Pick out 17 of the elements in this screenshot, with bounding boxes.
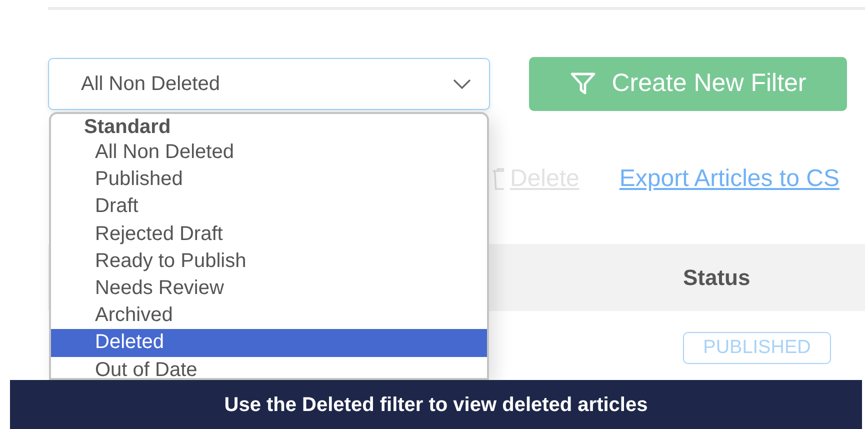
dropdown-option[interactable]: Published	[51, 166, 487, 194]
filter-icon	[570, 71, 596, 97]
dropdown-option[interactable]: Archived	[51, 302, 487, 330]
dropdown-option[interactable]: Deleted	[51, 329, 487, 356]
dropdown-option[interactable]: Rejected Draft	[51, 220, 487, 248]
status-badge: PUBLISHED	[683, 332, 831, 364]
dropdown-option[interactable]: Ready to Publish	[51, 248, 487, 275]
chevron-down-icon	[453, 79, 471, 89]
filter-select[interactable]: All Non Deleted	[48, 58, 490, 110]
dropdown-option[interactable]: All Non Deleted	[51, 139, 487, 166]
column-header: Status	[683, 264, 750, 292]
dropdown-option[interactable]: Draft	[51, 193, 487, 221]
dropdown-option[interactable]: Needs Review	[51, 274, 487, 302]
option-group-label: Standard	[83, 115, 172, 139]
trash-icon	[492, 168, 504, 190]
dropdown-option[interactable]: Out of Date	[51, 356, 487, 378]
caption-text: Use the Deleted filter to view deleted articles	[224, 392, 648, 418]
